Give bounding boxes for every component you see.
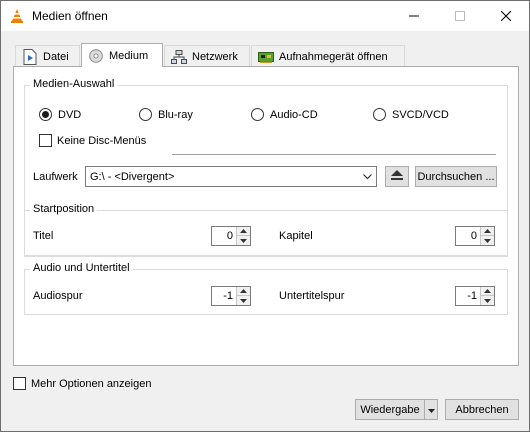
tab-disc-label: Medium [109,49,149,62]
drive-select-value: G:\ - <Divergent> [90,170,175,183]
file-play-icon [22,48,38,65]
open-media-dialog: Medien öffnen Datei Medium Netzwerk Aufn… [0,0,530,432]
tab-capture-device-label: Aufnahmegerät öffnen [279,50,388,63]
radio-audio-cd-indicator [251,108,264,121]
subtitle-track-spinbox[interactable]: -1 [455,286,495,306]
no-disc-menus-checkbox[interactable]: Keine Disc-Menüs [39,134,146,147]
audio-subtitles-title: Audio und Untertitel [30,262,133,274]
media-selection-title: Medien-Auswahl [30,78,118,90]
audio-track-label: Audiospur [33,290,83,302]
tab-capture-device[interactable]: Aufnahmegerät öffnen [251,45,405,67]
chapter-label: Kapitel [279,230,313,242]
title-decrement-icon[interactable] [237,236,250,245]
maximize-icon [455,11,465,21]
tab-disc[interactable]: Medium [81,43,163,67]
browse-button-label: Durchsuchen ... [417,170,495,183]
start-position-title: Startposition [30,203,98,215]
play-button[interactable]: Wiedergabe [355,399,425,420]
cancel-button-label: Abbrechen [455,403,509,416]
tab-network[interactable]: Netzwerk [164,45,250,67]
eject-button[interactable] [385,166,409,187]
chapter-value: 0 [470,230,477,242]
title-label: Titel [33,230,54,242]
chevron-down-icon [359,167,376,186]
title-spinbox[interactable]: 0 [211,226,251,246]
more-options-checkbox[interactable]: Mehr Optionen anzeigen [13,377,151,390]
tab-panel-disc: Medien-Auswahl DVD Blu-ray Audio-CD SVCD… [13,66,519,366]
browse-button[interactable]: Durchsuchen ... [415,166,497,187]
maximize-button[interactable] [437,1,483,31]
radio-audio-cd-label: Audio-CD [270,108,318,121]
tab-network-label: Netzwerk [192,50,238,63]
radio-dvd-indicator [39,108,52,121]
close-icon [501,11,511,21]
radio-svcd-vcd[interactable]: SVCD/VCD [373,108,449,121]
eject-icon [390,169,404,184]
audio-increment-icon[interactable] [237,287,250,296]
play-button-label: Wiedergabe [360,403,420,416]
cancel-button[interactable]: Abbrechen [445,399,519,420]
play-options-dropdown[interactable] [424,399,438,420]
title-increment-icon[interactable] [237,227,250,236]
vlc-cone-icon [9,8,25,24]
subtitle-decrement-icon[interactable] [481,296,494,305]
no-disc-menus-label: Keine Disc-Menüs [57,134,147,147]
chapter-decrement-icon[interactable] [481,236,494,245]
subtitle-track-label: Untertitelspur [279,290,345,302]
audio-decrement-icon[interactable] [237,296,250,305]
title-value: 0 [226,230,233,242]
minimize-button[interactable] [391,1,437,31]
tab-file[interactable]: Datei [15,45,80,67]
start-position-group: Startposition Titel 0 Kapitel 0 [24,203,508,256]
close-button[interactable] [483,1,529,31]
radio-audio-cd[interactable]: Audio-CD [251,108,318,121]
capture-card-icon [258,49,274,65]
radio-svcd-vcd-indicator [373,108,386,121]
radio-svcd-vcd-label: SVCD/VCD [392,108,449,121]
more-options-box [13,377,26,390]
radio-bluray-indicator [139,108,152,121]
audio-track-value: -1 [223,290,233,302]
subtitle-track-value: -1 [467,290,477,302]
disc-icon [88,48,104,64]
radio-dvd-label: DVD [58,108,82,121]
radio-bluray[interactable]: Blu-ray [139,108,193,121]
audio-subtitles-group: Audio und Untertitel Audiospur -1 Untert… [24,262,508,315]
separator-line [172,154,496,155]
tab-file-label: Datei [43,50,69,63]
title-bar: Medien öffnen [1,1,529,31]
drive-select[interactable]: G:\ - <Divergent> [85,166,377,187]
chapter-increment-icon[interactable] [481,227,494,236]
more-options-label: Mehr Optionen anzeigen [31,377,152,390]
chevron-down-icon [427,404,435,416]
window-title: Medien öffnen [32,9,108,23]
audio-track-spinbox[interactable]: -1 [211,286,251,306]
drive-label: Laufwerk [33,171,78,183]
chapter-spinbox[interactable]: 0 [455,226,495,246]
radio-bluray-label: Blu-ray [158,108,193,121]
radio-dvd[interactable]: DVD [39,108,81,121]
minimize-icon [409,11,419,21]
subtitle-increment-icon[interactable] [481,287,494,296]
no-disc-menus-box [39,134,52,147]
network-icon [171,49,187,65]
